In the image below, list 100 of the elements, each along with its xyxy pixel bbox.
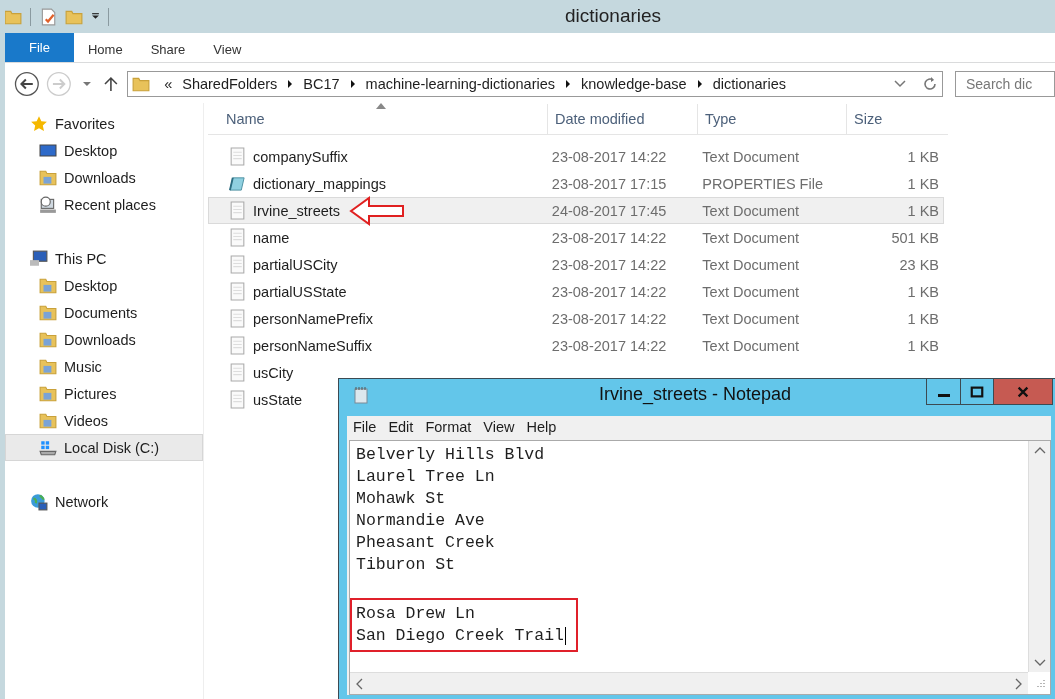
file-name: usCity [253,364,294,381]
file-row[interactable]: usState [208,386,332,413]
table-cell-text: Text Document [701,283,801,300]
scroll-down-icon[interactable] [1033,659,1046,667]
star-icon [30,114,48,133]
table-cell-text: 1 KB [906,310,940,327]
table-cell-text: Text Document [701,256,801,273]
sidebar-item[interactable]: Recent places [5,191,203,218]
sidebar-item[interactable]: This PC [5,245,203,272]
sidebar-item[interactable]: Local Disk (C:) [5,434,203,461]
scroll-right-icon[interactable] [1015,677,1023,690]
drive-icon [39,438,57,457]
sidebar-item[interactable]: Favorites [5,110,203,137]
file-row[interactable]: dictionary_mappings 23-08-2017 17:15 PROPERTIES File 1 KB [208,170,944,197]
sidebar-item[interactable]: Music [5,353,203,380]
file-name: Irvine_streets [253,202,341,219]
table-cell-text: 23-08-2017 14:22 [550,283,668,300]
chevron-icon[interactable] [565,79,571,89]
file-row[interactable]: Irvine_streets 24-08-2017 17:45 Text Document 1 KB [208,197,944,224]
table-cell-text: 24-08-2017 17:45 [550,202,668,219]
document-check-icon[interactable] [39,7,57,26]
text-file-icon [229,390,246,409]
address-bar[interactable]: « SharedFolders BC17 machine-learning-dictionaries knowledge-base dictionaries [127,71,943,97]
breadcrumb-item[interactable]: dictionaries [712,76,786,92]
minimize-icon [937,394,950,397]
menu-item[interactable]: Edit [388,419,414,435]
table-cell-text: 23-08-2017 14:22 [550,337,668,354]
close-button[interactable] [994,379,1052,404]
text-line: Normandie Ave [356,510,485,532]
column-header[interactable]: Date modified [548,104,698,134]
breadcrumb-item[interactable]: SharedFolders [182,76,278,92]
text-line: Belverly Hills Blvd [356,444,545,466]
menu-item[interactable]: View [483,419,515,435]
overflow-chevron[interactable]: « [164,76,173,92]
file-name: dictionary_mappings [253,175,386,192]
table-cell-text: 1 KB [906,148,940,165]
table-cell-text: 23-08-2017 14:22 [550,229,668,246]
folder-icon [39,276,57,295]
sidebar-item[interactable]: Desktop [5,137,203,164]
sidebar-item[interactable]: Desktop [5,272,203,299]
file-row[interactable]: usCity [208,359,332,386]
table-cell-text: 1 KB [906,175,940,192]
sidebar-item[interactable]: Downloads [5,326,203,353]
sidebar-item[interactable]: Downloads [5,164,203,191]
text-line: San Diego Creek Trail [356,625,564,647]
menu-item[interactable]: Help [526,419,557,435]
file-row[interactable]: name 23-08-2017 14:22 Text Document 501 KB [208,224,944,251]
text-line: Laurel Tree Ln [356,466,495,488]
breadcrumb-item[interactable]: BC17 [303,76,340,92]
vertical-scrollbar[interactable] [1028,441,1050,672]
sidebar-item[interactable]: Videos [5,407,203,434]
resize-grip-icon[interactable] [1034,678,1046,690]
chevron-icon[interactable] [349,79,356,89]
chevron-down-icon[interactable] [894,80,906,88]
file-row[interactable]: companySuffix 23-08-2017 14:22 Text Document 1 KB [208,143,944,170]
file-row[interactable]: personNameSuffix 23-08-2017 14:22 Text Document 1 KB [208,332,944,359]
ribbon-tab[interactable]: File [5,33,74,62]
folder-icon [132,75,151,93]
file-row[interactable]: partialUSCity 23-08-2017 14:22 Text Document 23 KB [208,251,944,278]
up-arrow-icon[interactable] [103,76,120,92]
menu-item[interactable]: File [353,419,377,435]
sidebar-item[interactable]: Pictures [5,380,203,407]
close-icon [1016,384,1030,399]
computer-icon [30,249,48,268]
table-cell-text: 23 KB [898,256,940,273]
ribbon-tab[interactable]: Home [73,33,137,62]
text-line: Tiburon St [356,554,456,576]
notepad-icon [353,386,369,404]
column-header[interactable]: Name [208,104,548,134]
folder-icon [39,330,57,349]
scroll-up-icon[interactable] [1033,446,1046,454]
table-cell-text: Text Document [701,148,801,165]
file-name: partialUSState [253,283,347,300]
ribbon-tab[interactable]: Share [136,33,200,62]
sidebar-item[interactable]: Documents [5,299,203,326]
table-cell-text: 23-08-2017 14:22 [550,256,668,273]
file-row[interactable]: personNamePrefix 23-08-2017 14:22 Text Document 1 KB [208,305,944,332]
breadcrumb-item[interactable]: machine-learning-dictionaries [365,76,555,92]
back-icon[interactable] [14,71,40,97]
dropdown-icon[interactable] [91,12,100,21]
table-cell-text: Text Document [701,337,801,354]
file-row[interactable]: partialUSState 23-08-2017 14:22 Text Document 1 KB [208,278,944,305]
sidebar-item[interactable]: Network [5,488,203,515]
sort-arrow-icon [376,103,386,109]
search-field[interactable]: Search dic [955,71,1055,97]
column-header[interactable]: Size [847,104,947,134]
ribbon-tab[interactable]: View [199,33,256,62]
folder-icon [39,411,57,430]
breadcrumb-item[interactable]: knowledge-base [581,76,687,92]
monitor-icon [39,141,57,160]
menu-item[interactable]: Format [425,419,472,435]
horizontal-scrollbar[interactable] [350,672,1028,694]
refresh-icon[interactable] [922,76,938,92]
column-header[interactable]: Type [698,104,847,134]
file-name: personNameSuffix [253,337,373,354]
chevron-icon[interactable] [696,79,703,89]
chevron-icon[interactable] [287,79,294,89]
maximize-icon [970,384,984,399]
window-title: Irvine_streets - Notepad [599,384,792,405]
scroll-left-icon[interactable] [355,677,363,690]
